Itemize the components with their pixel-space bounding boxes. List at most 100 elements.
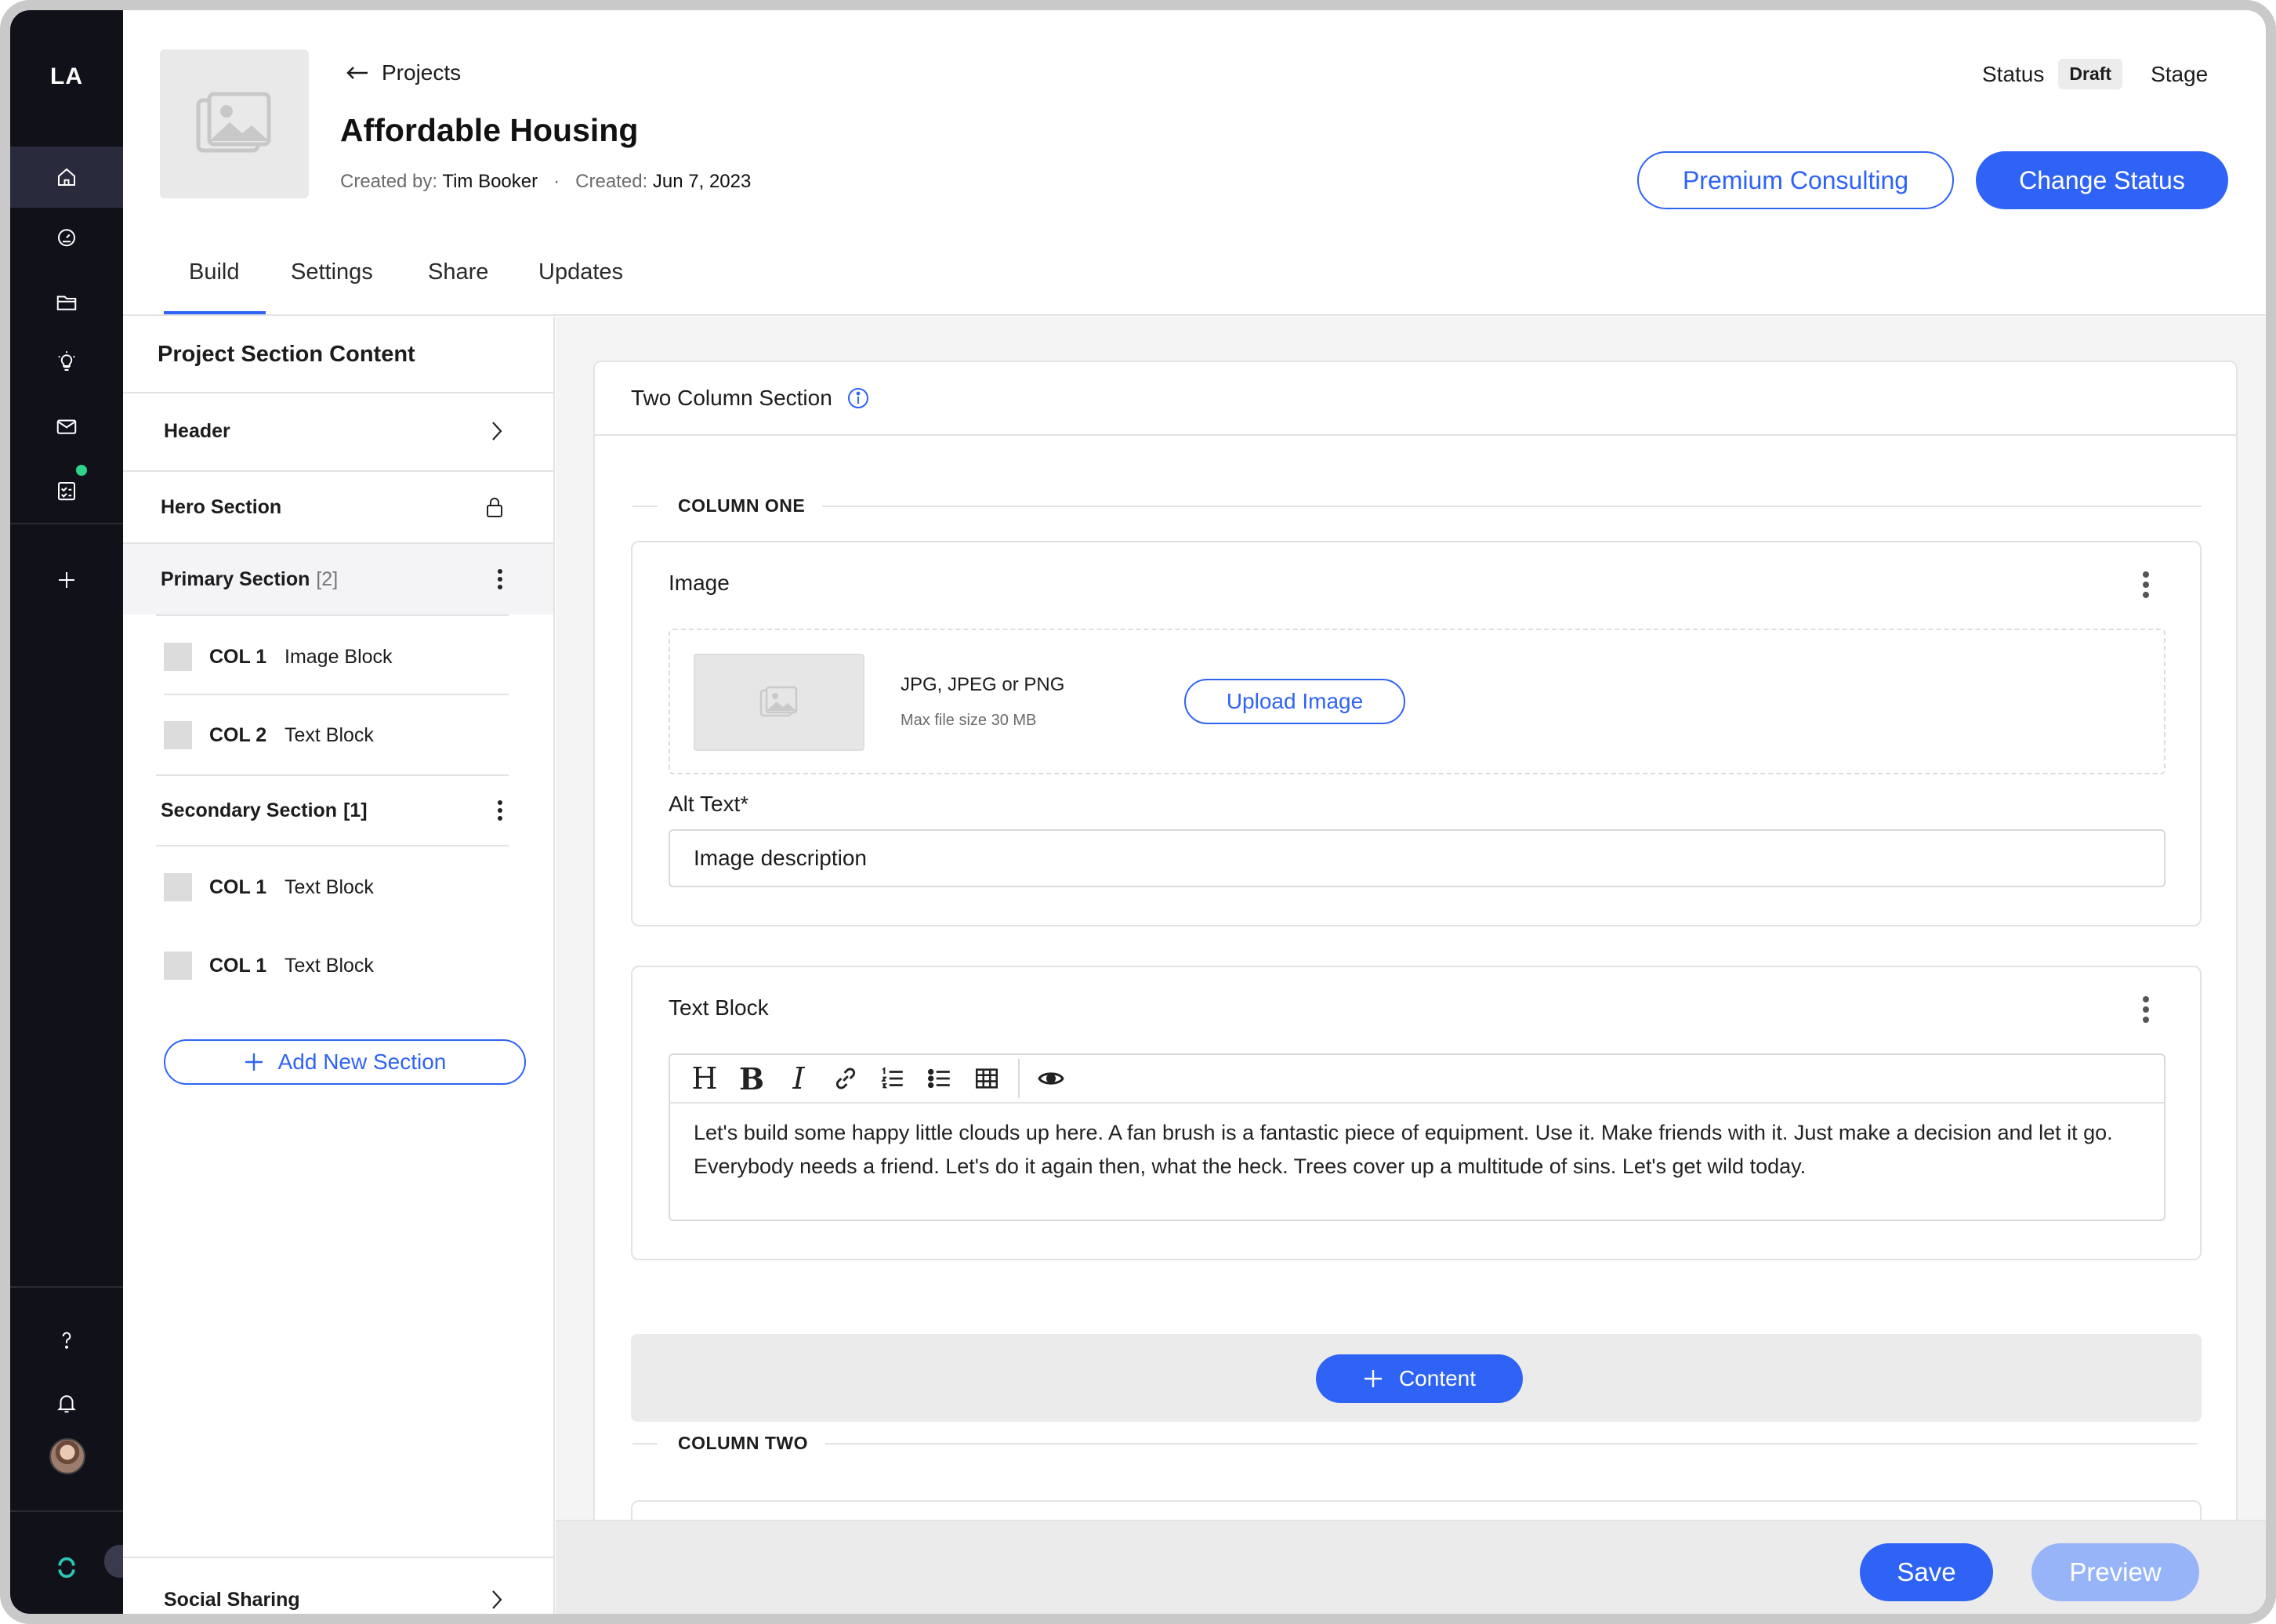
ordered-list-button[interactable]	[869, 1054, 916, 1103]
list-item[interactable]: COL 2 Text Block	[164, 721, 374, 749]
sidebar-item-hero-section[interactable]: Hero Section	[123, 472, 553, 542]
nav-notifications[interactable]	[10, 1372, 123, 1434]
tab-share[interactable]: Share	[428, 259, 488, 285]
sidebar-item-label: Secondary Section	[161, 799, 338, 821]
editor-content[interactable]: Let's build some happy little clouds up …	[694, 1116, 2140, 1184]
sidebar-item-primary-section[interactable]: Primary Section [2]	[123, 544, 553, 614]
chevron-right-icon	[492, 1590, 502, 1609]
text-block-title: Text Block	[669, 995, 769, 1020]
divider	[156, 845, 509, 846]
add-new-section-button[interactable]: Add New Section	[164, 1039, 526, 1085]
list-item[interactable]: COL 1 Text Block	[164, 952, 374, 980]
divider	[822, 505, 2202, 507]
bell-icon	[57, 1395, 76, 1413]
section-header: Two Column Section	[595, 362, 2236, 436]
plus-icon	[1364, 1370, 1382, 1387]
add-content-button[interactable]: Content	[1316, 1354, 1523, 1403]
eye-icon	[1038, 1072, 1064, 1085]
drag-handle[interactable]	[164, 721, 192, 749]
column-tag: COL 1	[209, 645, 267, 668]
avatar[interactable]	[49, 1438, 85, 1474]
nav-add[interactable]	[10, 549, 123, 611]
preview-button[interactable]: Preview	[2031, 1543, 2199, 1601]
max-file-size: Max file size 30 MB	[901, 712, 1037, 729]
image-placeholder-icon	[196, 92, 271, 153]
link-button[interactable]	[822, 1054, 869, 1103]
rich-text-editor: H B I Let's build some happy little clou…	[669, 1053, 2165, 1221]
section-title: Two Column Section	[631, 386, 832, 410]
brand-mark	[10, 1537, 123, 1598]
nav-projects[interactable]	[10, 272, 123, 333]
bullet-list-button[interactable]	[916, 1054, 963, 1103]
change-status-button[interactable]: Change Status	[1976, 151, 2228, 209]
status-badge: Draft	[2058, 59, 2123, 89]
link-icon	[835, 1068, 856, 1089]
column-tag: COL 1	[209, 875, 267, 898]
kebab-menu-icon[interactable]	[497, 799, 503, 821]
project-thumbnail[interactable]	[160, 49, 309, 198]
sidebar-item-label: Hero Section	[161, 495, 282, 518]
main-editor: Two Column Section COLUMN ONE Image JPG,…	[556, 317, 2266, 1614]
premium-consulting-button[interactable]: Premium Consulting	[1637, 151, 1954, 209]
add-content-area: Content	[631, 1334, 2202, 1422]
folder-icon	[56, 295, 77, 310]
plus-icon	[245, 1053, 263, 1071]
divider	[632, 505, 658, 507]
bold-button[interactable]: B	[728, 1054, 775, 1103]
sidebar-item-header[interactable]: Header	[123, 392, 553, 470]
drag-handle[interactable]	[164, 952, 192, 980]
created-by-value: Tim Booker	[442, 171, 538, 192]
tab-bar: Build Settings Share Updates	[123, 245, 2266, 316]
column-tag: COL 2	[209, 723, 267, 746]
lock-icon	[487, 498, 502, 517]
nav-tasks[interactable]	[10, 460, 123, 521]
editor-toolbar: H B I	[670, 1055, 2164, 1104]
toolbar-divider	[1018, 1059, 1020, 1098]
nav-ideas[interactable]	[10, 332, 123, 393]
drag-handle[interactable]	[164, 643, 192, 671]
list-item[interactable]: COL 1 Text Block	[164, 873, 374, 901]
nav-help[interactable]	[10, 1310, 123, 1371]
kebab-menu-icon[interactable]	[2142, 571, 2150, 599]
nav-home[interactable]	[10, 147, 123, 208]
block-type: Text Block	[284, 954, 374, 977]
image-block: Image JPG, JPEG or PNG Max file size 30 …	[631, 541, 2202, 926]
sidebar-title: Project Section Content	[158, 342, 415, 367]
kebab-menu-icon[interactable]	[2142, 995, 2150, 1024]
gauge-icon	[58, 229, 75, 247]
sidebar-item-label: Header	[164, 419, 230, 442]
image-placeholder-icon	[759, 686, 798, 717]
column-tag: COL 1	[209, 954, 267, 977]
tab-updates[interactable]: Updates	[538, 259, 623, 285]
sidebar-item-secondary-section[interactable]: Secondary Section [1]	[123, 776, 553, 845]
heading-button[interactable]: H	[681, 1054, 728, 1103]
bullet-list-icon	[927, 1068, 950, 1089]
project-meta: Created by: Tim Booker · Created: Jun 7,…	[340, 171, 751, 193]
info-icon[interactable]	[846, 386, 870, 410]
alt-text-input[interactable]: Image description	[669, 829, 2165, 887]
app-logo[interactable]: LA	[10, 63, 123, 90]
tab-settings[interactable]: Settings	[291, 259, 373, 285]
drag-handle[interactable]	[164, 873, 192, 901]
divider	[632, 1442, 658, 1445]
kebab-menu-icon[interactable]	[497, 568, 503, 590]
back-to-projects-link[interactable]: Projects	[346, 60, 461, 85]
tab-build[interactable]: Build	[189, 259, 240, 285]
save-button[interactable]: Save	[1860, 1543, 1993, 1601]
table-button[interactable]	[963, 1054, 1010, 1103]
nav-messages[interactable]	[10, 396, 123, 457]
list-item[interactable]: COL 1 Image Block	[164, 643, 393, 671]
lightbulb-icon	[58, 351, 75, 371]
block-type: Text Block	[284, 875, 374, 898]
divider	[825, 1442, 2197, 1445]
nav-dashboard[interactable]	[10, 206, 123, 267]
upload-image-button[interactable]: Upload Image	[1184, 679, 1405, 724]
preview-toggle-button[interactable]	[1027, 1054, 1075, 1103]
table-icon	[975, 1068, 998, 1089]
status-label: Status	[1982, 61, 2045, 86]
sidebar-item-social-sharing[interactable]: Social Sharing	[123, 1557, 553, 1614]
image-dropzone[interactable]: JPG, JPEG or PNG Max file size 30 MB Upl…	[669, 629, 2165, 774]
italic-button[interactable]: I	[775, 1054, 822, 1103]
sidebar-item-label: Social Sharing	[164, 1588, 300, 1611]
arrow-left-icon	[346, 67, 368, 79]
